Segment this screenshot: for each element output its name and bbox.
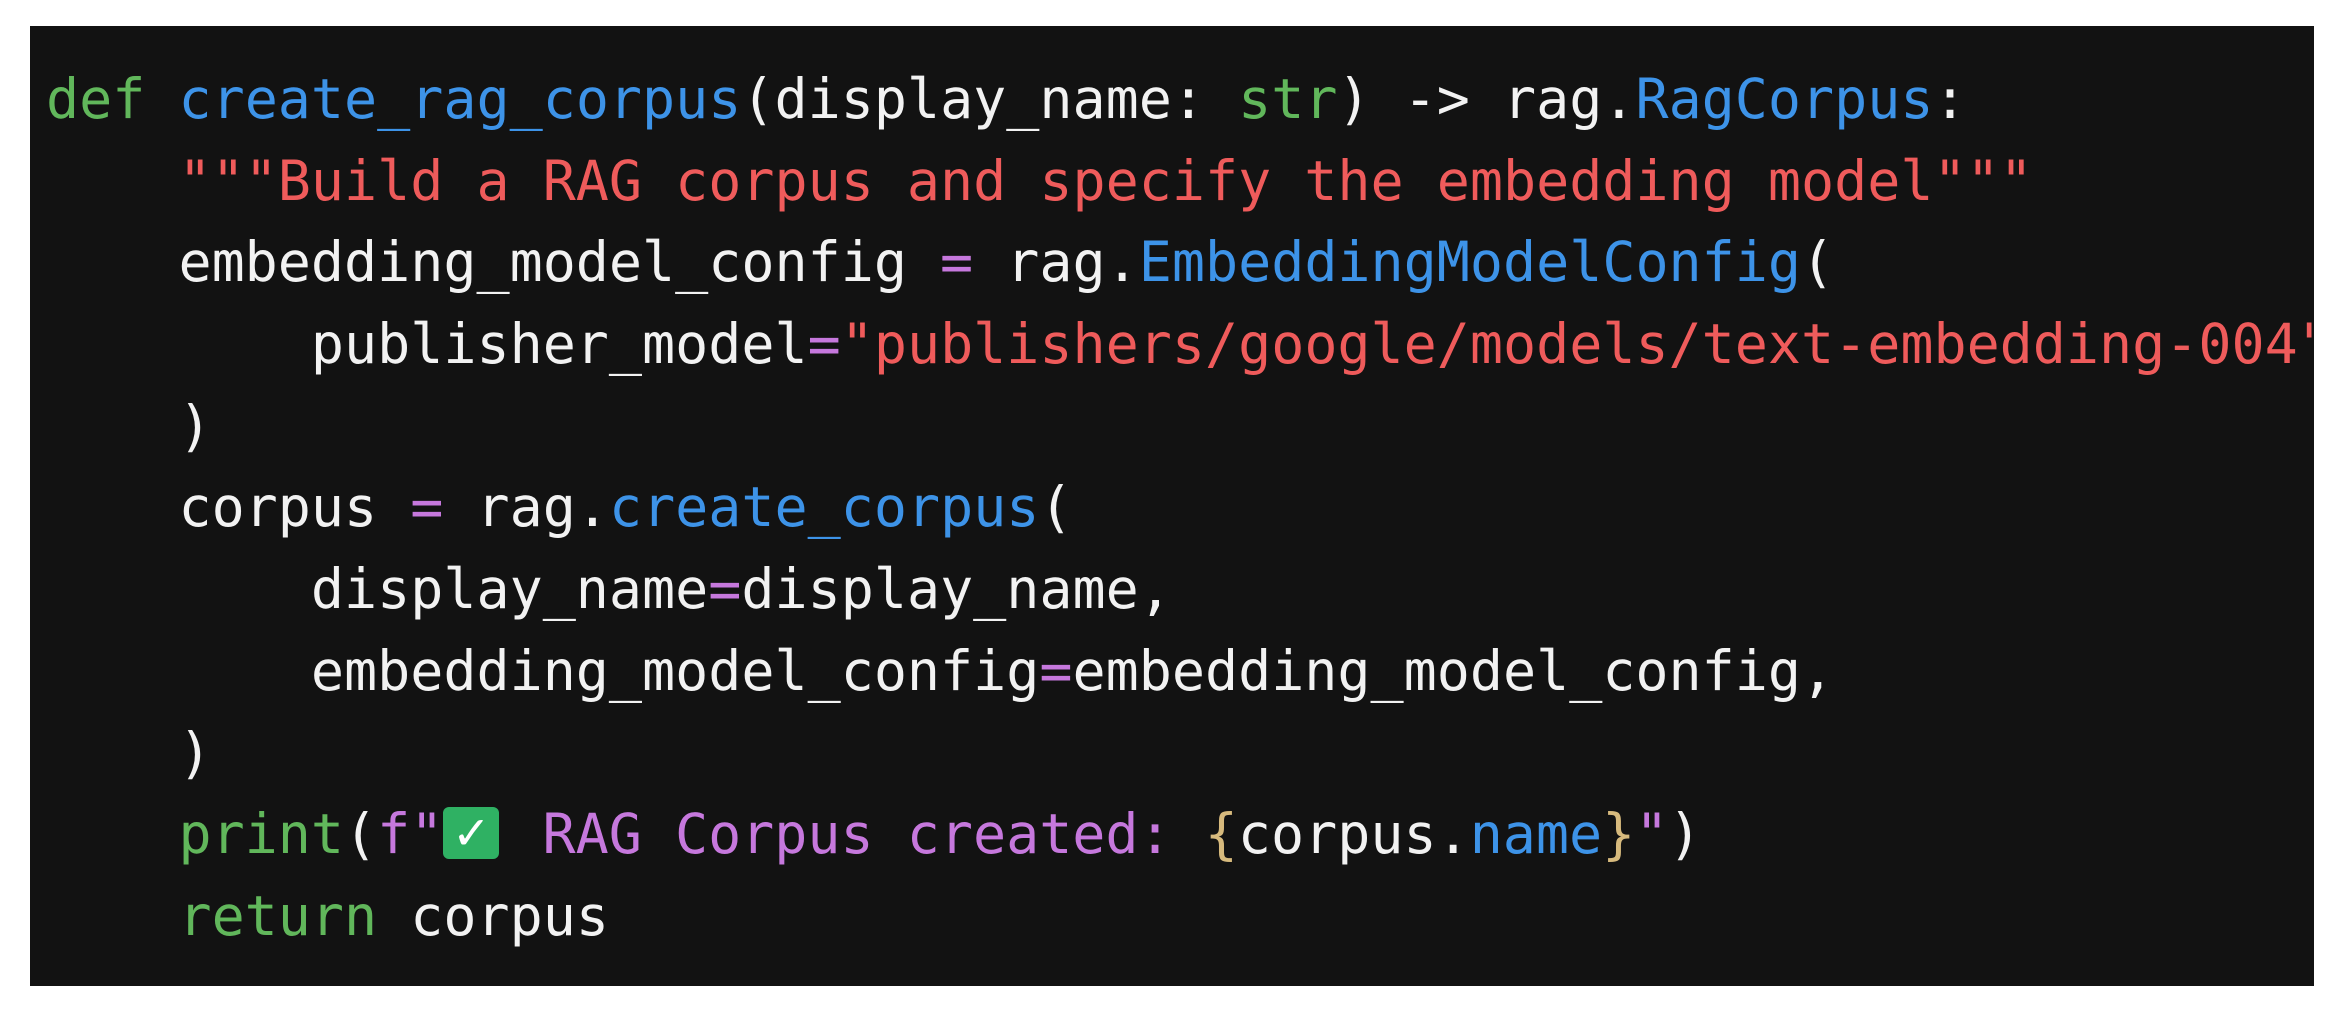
code-token-fstring-text: f" bbox=[377, 802, 444, 867]
code-token-keyword: return bbox=[178, 883, 378, 948]
code-token-default-text: embedding_model_config, bbox=[1072, 638, 1835, 703]
code-token-operator: = bbox=[410, 475, 444, 540]
code-token-default-text: corpus. bbox=[1237, 802, 1470, 867]
code-token-builtin-type: str bbox=[1238, 67, 1338, 131]
code-editor: def create_rag_corpus(display_name: str)… bbox=[30, 26, 2314, 986]
code-token-default-text: ( bbox=[1801, 230, 1835, 295]
code-token-default-text: publisher_model bbox=[46, 312, 808, 377]
code-token-operator: = bbox=[1039, 638, 1073, 703]
code-token-function-name: create_corpus bbox=[608, 475, 1040, 540]
code-token-function-name: create_rag_corpus bbox=[178, 67, 742, 131]
code-token-string: "publishers/google/models/text-embedding… bbox=[840, 312, 2314, 377]
code-line: corpus = rag.create_corpus( bbox=[46, 467, 2314, 549]
code-token-default-text: corpus bbox=[46, 475, 411, 540]
code-line: display_name=display_name, bbox=[46, 549, 2314, 631]
code-token-operator: = bbox=[708, 557, 742, 622]
code-token-default-text: embedding_model_config bbox=[46, 638, 1040, 703]
code-token-default-text: ) bbox=[46, 393, 212, 458]
code-token-default-text: (display_name: bbox=[741, 67, 1239, 131]
code-token-default-text: ( bbox=[1039, 475, 1073, 540]
code-token-keyword: def bbox=[46, 67, 146, 131]
code-token-default-text: rag. bbox=[443, 475, 609, 540]
code-token-fstring-text: RAG Corpus created: bbox=[509, 802, 1205, 867]
code-token-default-text: ) -> rag. bbox=[1337, 67, 1636, 131]
code-line: """Build a RAG corpus and specify the em… bbox=[46, 141, 2314, 223]
code-token-default-text: ( bbox=[344, 802, 378, 867]
check-icon: ✓ bbox=[443, 807, 500, 860]
code-line: print(f" ✓ RAG Corpus created: {corpus.na… bbox=[46, 794, 2314, 876]
code-token-default-text: corpus bbox=[377, 883, 609, 948]
code-line: return corpus bbox=[46, 876, 2314, 958]
code-line: embedding_model_config = rag.EmbeddingMo… bbox=[46, 222, 2314, 304]
code-token-fstring-text: " bbox=[1635, 802, 1669, 867]
code-token-default-text: : bbox=[1933, 67, 1967, 131]
code-line: embedding_model_config=embedding_model_c… bbox=[46, 631, 2314, 713]
code-token-attribute: name bbox=[1469, 802, 1603, 867]
code-token-default-text bbox=[46, 149, 178, 213]
code-block[interactable]: def create_rag_corpus(display_name: str)… bbox=[46, 59, 2314, 958]
code-token-keyword: print bbox=[178, 802, 345, 867]
code-token-default-text: ) bbox=[1668, 802, 1702, 867]
code-token-default-text bbox=[145, 67, 178, 131]
code-token-default-text: ) bbox=[46, 720, 212, 785]
code-token-default-text bbox=[46, 884, 178, 948]
code-token-string: """Build a RAG corpus and specify the em… bbox=[178, 148, 2033, 213]
code-token-brace: { bbox=[1204, 802, 1238, 867]
code-token-class-name: RagCorpus bbox=[1635, 67, 1934, 131]
code-token-class-name: EmbeddingModelConfig bbox=[1138, 230, 1802, 295]
code-line: def create_rag_corpus(display_name: str)… bbox=[46, 59, 2314, 141]
code-line: ) bbox=[46, 386, 2314, 468]
code-token-operator: = bbox=[807, 312, 841, 377]
code-token-default-text: rag. bbox=[973, 230, 1139, 295]
code-token-default-text bbox=[46, 802, 178, 866]
code-line: publisher_model="publishers/google/model… bbox=[46, 304, 2314, 386]
code-token-default-text: display_name, bbox=[741, 557, 1172, 622]
code-token-operator: = bbox=[940, 230, 974, 295]
code-token-default-text: embedding_model_config bbox=[46, 230, 941, 295]
code-token-brace: } bbox=[1602, 802, 1636, 867]
code-token-default-text: display_name bbox=[46, 557, 709, 622]
code-line: ) bbox=[46, 713, 2314, 795]
